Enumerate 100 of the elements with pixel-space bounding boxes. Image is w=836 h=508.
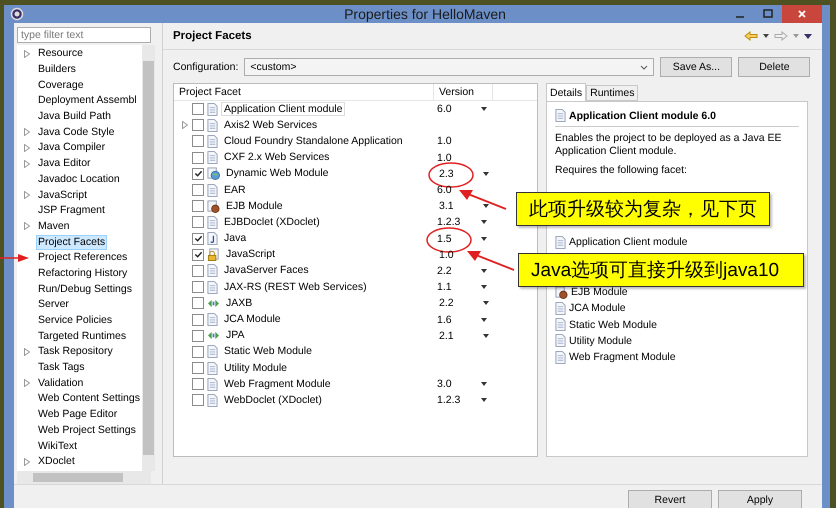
facet-name[interactable]: Web Fragment Module — [221, 376, 334, 391]
facet-name[interactable]: Java — [221, 231, 250, 246]
tree-item[interactable]: Refactoring History — [36, 266, 130, 281]
facet-name[interactable]: Static Web Module — [221, 344, 315, 358]
footer-button[interactable]: Apply — [718, 490, 802, 508]
tree-item[interactable]: Targeted Runtimes — [36, 328, 128, 344]
facet-name[interactable]: JAXB — [223, 296, 256, 310]
checkbox[interactable] — [192, 264, 204, 277]
tree-item[interactable]: Java Code Style — [36, 124, 116, 140]
tree-item[interactable]: Server — [36, 297, 71, 312]
facet-name[interactable]: Cloud Foundry Standalone Application — [221, 134, 406, 148]
dropdown-caret-icon[interactable] — [481, 382, 487, 386]
checkbox[interactable] — [192, 119, 204, 132]
dropdown-caret-icon[interactable] — [763, 34, 769, 38]
checkbox[interactable] — [192, 184, 204, 196]
dropdown-caret-icon[interactable] — [481, 318, 487, 322]
dropdown-caret-icon[interactable] — [481, 285, 487, 290]
tree-item[interactable]: Task Tags — [36, 360, 86, 376]
filter-field[interactable]: type filter text — [17, 27, 151, 43]
tab[interactable]: Details — [546, 83, 586, 101]
checkbox[interactable] — [192, 394, 204, 406]
facet-name[interactable]: Utility Module — [221, 360, 290, 375]
tree-item[interactable]: Java Compiler — [36, 140, 108, 156]
dropdown-caret-icon[interactable] — [481, 398, 487, 402]
expand-arrow-icon[interactable] — [24, 191, 30, 200]
tree-item[interactable]: WikiText — [36, 438, 80, 454]
tree-item[interactable]: Deployment Assembl — [36, 93, 139, 108]
checkbox[interactable] — [192, 378, 204, 390]
tree-item[interactable]: Run/Debug Settings — [36, 282, 134, 297]
tree-item[interactable]: Java Build Path — [36, 109, 113, 124]
checkbox[interactable] — [192, 314, 204, 326]
tree-item[interactable]: JSP Fragment — [36, 203, 107, 218]
tree-item[interactable]: Web Content Settings — [36, 391, 142, 406]
toolbar-button[interactable]: Delete — [738, 57, 810, 77]
column-header[interactable]: Version — [434, 84, 493, 100]
checkbox[interactable] — [192, 103, 204, 116]
checkbox[interactable] — [192, 281, 204, 294]
tree-item[interactable]: Coverage — [36, 78, 86, 93]
configuration-dropdown[interactable]: <custom> — [244, 58, 654, 76]
column-header[interactable]: Project Facet — [174, 84, 434, 100]
tree-item[interactable]: Java Editor — [36, 156, 93, 172]
facet-name[interactable]: EJB Module — [223, 198, 286, 213]
expand-arrow-icon[interactable] — [24, 458, 30, 466]
dropdown-caret-icon[interactable] — [483, 204, 489, 208]
dropdown-caret-icon[interactable] — [481, 107, 487, 112]
facet-name[interactable]: Dynamic Web Module — [223, 166, 332, 180]
tree-item[interactable]: Web Project Settings — [36, 422, 138, 438]
tree-item[interactable]: Resource — [36, 46, 85, 62]
horizontal-scrollbar[interactable] — [17, 471, 151, 484]
dropdown-caret-icon[interactable] — [483, 301, 489, 306]
checkbox[interactable] — [192, 200, 204, 212]
close-button[interactable] — [782, 5, 822, 23]
facet-name[interactable]: Application Client module — [221, 102, 346, 116]
toolbar-button[interactable]: Save As... — [660, 57, 732, 77]
checkbox[interactable] — [192, 168, 204, 180]
dropdown-caret-icon[interactable] — [481, 268, 487, 273]
checkbox[interactable] — [192, 297, 204, 310]
tab[interactable]: Runtimes — [586, 85, 638, 101]
checkbox[interactable] — [192, 216, 204, 228]
tree-item[interactable]: Javadoc Location — [36, 172, 122, 187]
checkbox[interactable] — [192, 362, 204, 374]
footer-button[interactable]: Revert — [628, 490, 712, 508]
facet-name[interactable]: JPA — [223, 328, 248, 342]
tree-item[interactable]: Builders — [36, 62, 78, 78]
tree-item[interactable]: Validation — [36, 376, 86, 391]
tree-item[interactable]: Project Facets — [36, 234, 108, 250]
tree-item[interactable]: Maven — [36, 218, 72, 234]
facet-name[interactable]: EAR — [221, 182, 249, 197]
expand-arrow-icon[interactable] — [182, 121, 188, 130]
facet-name[interactable]: WebDoclet (XDoclet) — [221, 392, 325, 407]
tree-item[interactable]: JavaScript — [36, 188, 90, 203]
checkbox[interactable] — [192, 346, 204, 358]
tree-item[interactable]: Service Policies — [36, 313, 114, 328]
tree-item[interactable]: XDoclet — [36, 454, 77, 470]
checkbox[interactable] — [192, 248, 204, 261]
expand-arrow-icon[interactable] — [24, 50, 30, 58]
checkbox[interactable] — [192, 135, 204, 148]
dropdown-caret-icon[interactable] — [483, 172, 489, 176]
facet-name[interactable]: JCA Module — [221, 312, 284, 326]
facet-name[interactable]: JAX-RS (REST Web Services) — [221, 280, 370, 294]
checkbox[interactable] — [192, 330, 204, 342]
tree-item[interactable]: Task Repository — [36, 344, 115, 360]
facet-name[interactable]: EJBDoclet (XDoclet) — [221, 214, 323, 229]
expand-arrow-icon[interactable] — [24, 348, 30, 356]
checkbox[interactable] — [192, 232, 204, 245]
tree-item[interactable]: Project References — [36, 250, 130, 266]
facet-name[interactable]: JavaServer Faces — [221, 263, 312, 278]
dropdown-caret-icon[interactable] — [483, 334, 489, 338]
forward-arrow-icon[interactable] — [774, 31, 788, 41]
checkbox[interactable] — [192, 152, 204, 164]
view-menu-icon[interactable] — [804, 34, 812, 38]
expand-arrow-icon[interactable] — [24, 222, 30, 230]
back-arrow-icon[interactable] — [744, 31, 758, 41]
facet-name[interactable]: JavaScript — [223, 247, 278, 262]
facet-name[interactable]: CXF 2.x Web Services — [221, 150, 332, 164]
tree-item[interactable]: Web Page Editor — [36, 407, 120, 422]
dropdown-caret-icon[interactable] — [481, 236, 487, 241]
facet-name[interactable]: Axis2 Web Services — [221, 118, 320, 132]
dropdown-caret-icon[interactable] — [481, 220, 487, 224]
vertical-scrollbar[interactable] — [142, 45, 155, 471]
